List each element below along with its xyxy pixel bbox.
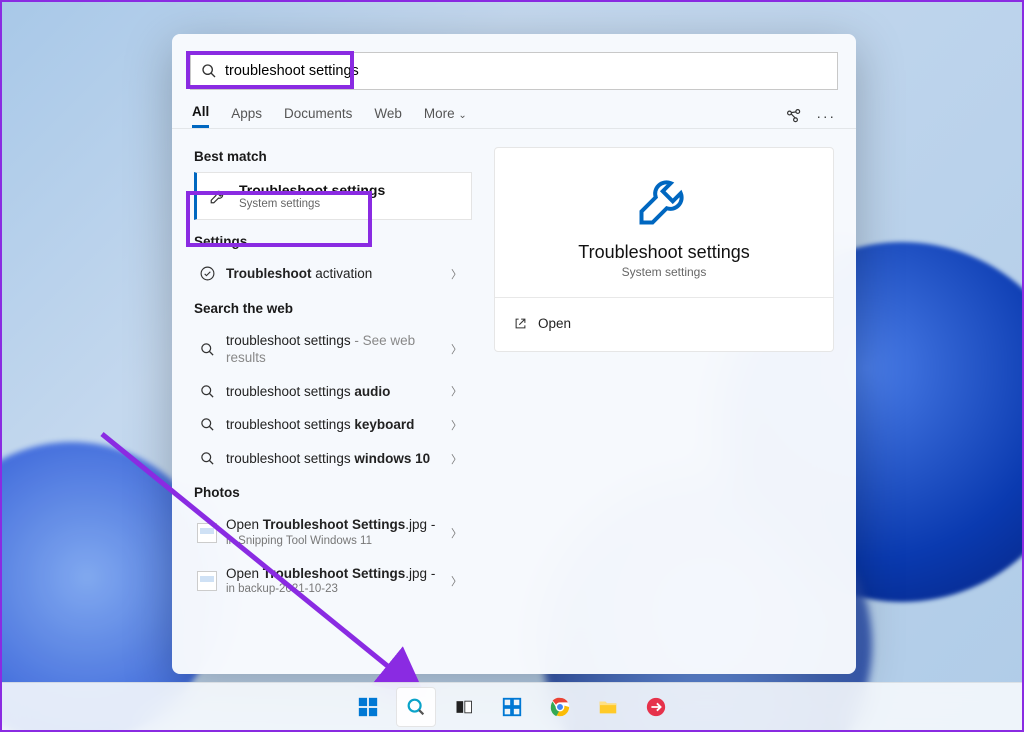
best-match-title: Troubleshoot settings xyxy=(239,182,385,198)
tab-documents[interactable]: Documents xyxy=(284,106,352,127)
widgets-button[interactable] xyxy=(492,687,532,727)
check-circle-icon xyxy=(194,265,220,282)
chevron-down-icon: ⌄ xyxy=(458,110,466,121)
search-input[interactable] xyxy=(225,63,827,79)
chevron-right-icon: 〉 xyxy=(451,266,468,282)
wrench-icon xyxy=(513,170,815,230)
best-match-subtitle: System settings xyxy=(239,198,385,210)
tab-all[interactable]: All xyxy=(192,104,209,128)
task-view-icon xyxy=(454,697,474,717)
taskbar-search-button[interactable] xyxy=(396,687,436,727)
more-options-button[interactable]: ··· xyxy=(817,109,837,124)
chevron-right-icon: 〉 xyxy=(451,417,468,433)
search-icon xyxy=(194,384,220,399)
settings-result-item[interactable]: Troubleshoot activation 〉 xyxy=(194,257,472,291)
search-icon xyxy=(194,342,220,357)
tab-apps[interactable]: Apps xyxy=(231,106,262,127)
filter-tabs: All Apps Documents Web More ⌄ ··· xyxy=(172,90,856,128)
open-action[interactable]: Open xyxy=(513,312,815,335)
app-icon xyxy=(645,696,667,718)
taskbar-app-generic[interactable] xyxy=(636,687,676,727)
start-button[interactable] xyxy=(348,687,388,727)
section-search-web: Search the web xyxy=(194,301,472,316)
taskbar-app-explorer[interactable] xyxy=(588,687,628,727)
chevron-right-icon: 〉 xyxy=(451,341,468,357)
chevron-right-icon: 〉 xyxy=(451,525,468,541)
chevron-right-icon: 〉 xyxy=(451,451,468,467)
chevron-right-icon: 〉 xyxy=(451,383,468,399)
chrome-icon xyxy=(549,696,571,718)
folder-icon xyxy=(597,696,619,718)
preview-column: Troubleshoot settings System settings Op… xyxy=(472,129,856,674)
preview-subtitle: System settings xyxy=(513,265,815,279)
windows-icon xyxy=(357,696,379,718)
search-icon xyxy=(194,451,220,466)
preview-title: Troubleshoot settings xyxy=(513,242,815,263)
search-bar[interactable] xyxy=(190,52,838,90)
taskbar-app-chrome[interactable] xyxy=(540,687,580,727)
web-result-item[interactable]: troubleshoot settings audio 〉 xyxy=(194,375,472,409)
search-icon xyxy=(194,417,220,432)
open-external-icon xyxy=(513,316,528,331)
start-search-panel: All Apps Documents Web More ⌄ ··· Best m… xyxy=(172,34,856,674)
web-result-item[interactable]: troubleshoot settings - See web results … xyxy=(194,324,472,375)
photo-result-item[interactable]: Open Troubleshoot Settings.jpg - in Snip… xyxy=(194,508,472,556)
search-icon xyxy=(201,63,217,79)
section-photos: Photos xyxy=(194,485,472,500)
section-settings: Settings xyxy=(194,234,472,249)
results-column: Best match Troubleshoot settings System … xyxy=(172,129,472,674)
best-match-item[interactable]: Troubleshoot settings System settings xyxy=(194,172,472,220)
photo-result-item[interactable]: Open Troubleshoot Settings.jpg - in back… xyxy=(194,557,472,605)
section-best-match: Best match xyxy=(194,149,472,164)
image-file-icon xyxy=(194,523,220,543)
web-result-item[interactable]: troubleshoot settings windows 10 〉 xyxy=(194,442,472,476)
widgets-icon xyxy=(501,696,523,718)
taskbar xyxy=(2,682,1022,730)
image-file-icon xyxy=(194,571,220,591)
search-icon xyxy=(405,696,427,718)
wrench-icon xyxy=(207,187,229,205)
web-result-item[interactable]: troubleshoot settings keyboard 〉 xyxy=(194,408,472,442)
tab-more[interactable]: More ⌄ xyxy=(424,106,467,127)
share-across-devices-button[interactable] xyxy=(785,107,803,125)
tab-web[interactable]: Web xyxy=(374,106,402,127)
task-view-button[interactable] xyxy=(444,687,484,727)
preview-card: Troubleshoot settings System settings Op… xyxy=(494,147,834,352)
chevron-right-icon: 〉 xyxy=(451,573,468,589)
